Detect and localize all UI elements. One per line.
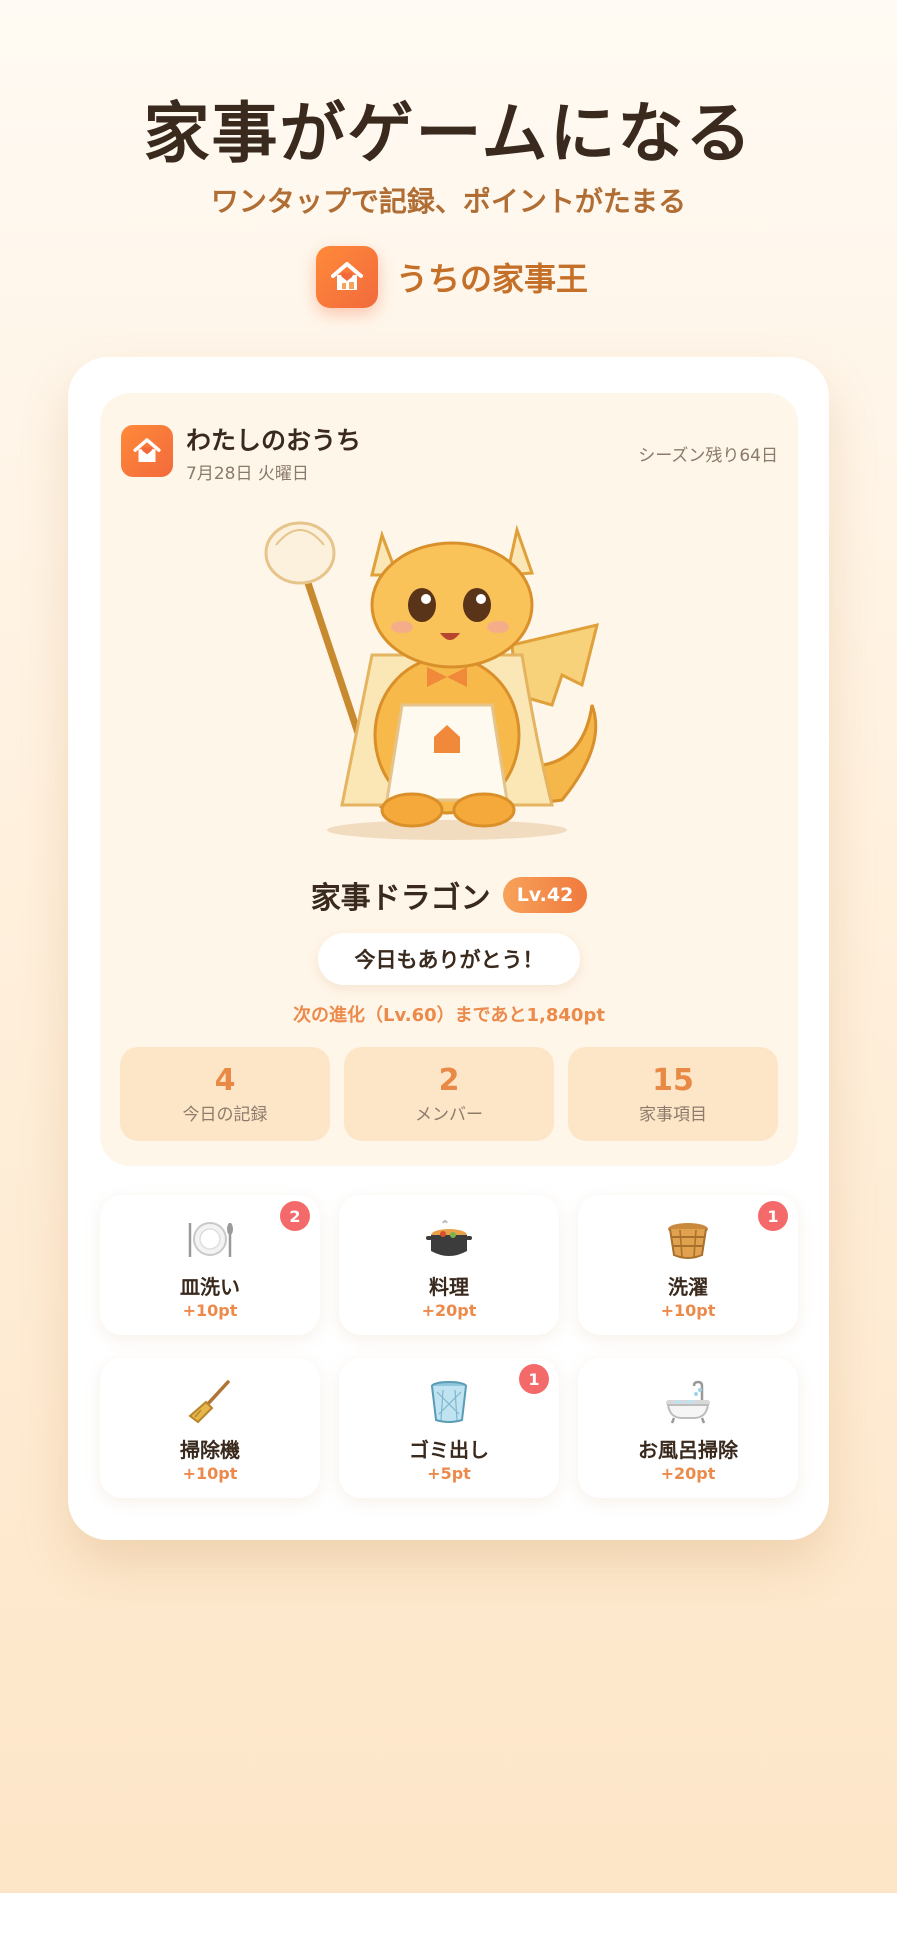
- chore-cooking-button[interactable]: 料理 +20pt: [339, 1195, 559, 1335]
- hero-headline: 家事がゲームになる: [143, 95, 754, 172]
- season-remaining: シーズン残り64日: [638, 446, 778, 466]
- stat-members: 2 メンバー: [344, 1047, 554, 1141]
- stats-row: 4 今日の記録 2 メンバー 15 家事項目: [120, 1047, 778, 1141]
- chore-name: ゴミ出し: [409, 1438, 489, 1462]
- house-name: わたしのおうち: [186, 426, 362, 455]
- count-badge: 2: [280, 1201, 310, 1231]
- count-badge: 1: [519, 1364, 549, 1394]
- next-evolution-text: 次の進化（Lv.60）まであと1,840pt: [293, 1005, 605, 1026]
- stat-value: 4: [214, 1063, 236, 1098]
- chore-points: +5pt: [427, 1464, 471, 1483]
- chore-vacuum-button[interactable]: 掃除機 +10pt: [100, 1358, 320, 1498]
- house-heart-icon: [316, 246, 378, 308]
- chore-bath-cleaning-button[interactable]: お風呂掃除 +20pt: [578, 1358, 798, 1498]
- chore-name: 洗濯: [668, 1275, 708, 1299]
- house-heart-icon: [121, 425, 173, 477]
- chore-name: お風呂掃除: [638, 1438, 738, 1462]
- chore-points: +20pt: [421, 1301, 477, 1320]
- character-title: 家事ドラゴン Lv.42: [100, 873, 798, 917]
- chore-points: +10pt: [182, 1301, 238, 1320]
- chore-garbage-button[interactable]: ゴミ出し +5pt 1: [339, 1358, 559, 1498]
- pot-icon: [339, 1217, 559, 1261]
- chore-points: +20pt: [660, 1464, 716, 1483]
- page-footer-strip: [0, 1893, 897, 1950]
- app-card: わたしのおうち 7月28日 火曜日 シーズン残り64日 家事ドラゴン Lv.42…: [68, 357, 829, 1540]
- app-name: うちの家事王: [396, 260, 589, 298]
- count-badge: 1: [758, 1201, 788, 1231]
- broom-icon: [100, 1380, 320, 1424]
- level-badge: Lv.42: [502, 877, 588, 913]
- stat-today-records: 4 今日の記録: [120, 1047, 330, 1141]
- hero-subline: ワンタップで記録、ポイントがたまる: [210, 185, 687, 218]
- current-date: 7月28日 火曜日: [186, 464, 309, 484]
- chore-name: 料理: [429, 1275, 469, 1299]
- chore-dishwashing-button[interactable]: 皿洗い +10pt 2: [100, 1195, 320, 1335]
- character-message: 今日もありがとう！: [318, 933, 580, 985]
- chore-points: +10pt: [660, 1301, 716, 1320]
- stat-value: 15: [652, 1063, 694, 1098]
- dragon-character-image: [264, 521, 600, 840]
- chore-laundry-button[interactable]: 洗濯 +10pt 1: [578, 1195, 798, 1335]
- brand: うちの家事王: [316, 245, 588, 309]
- chore-points: +10pt: [182, 1464, 238, 1483]
- home-panel: わたしのおうち 7月28日 火曜日 シーズン残り64日 家事ドラゴン Lv.42…: [100, 393, 798, 1166]
- stat-label: 今日の記録: [182, 1105, 268, 1125]
- stat-label: 家事項目: [639, 1105, 707, 1125]
- chore-name: 掃除機: [180, 1438, 240, 1462]
- character-name: 家事ドラゴン: [310, 881, 491, 916]
- chore-name: 皿洗い: [180, 1275, 240, 1299]
- stat-chore-items: 15 家事項目: [568, 1047, 778, 1141]
- stat-value: 2: [438, 1063, 460, 1098]
- bathtub-icon: [578, 1380, 798, 1424]
- stat-label: メンバー: [415, 1105, 483, 1125]
